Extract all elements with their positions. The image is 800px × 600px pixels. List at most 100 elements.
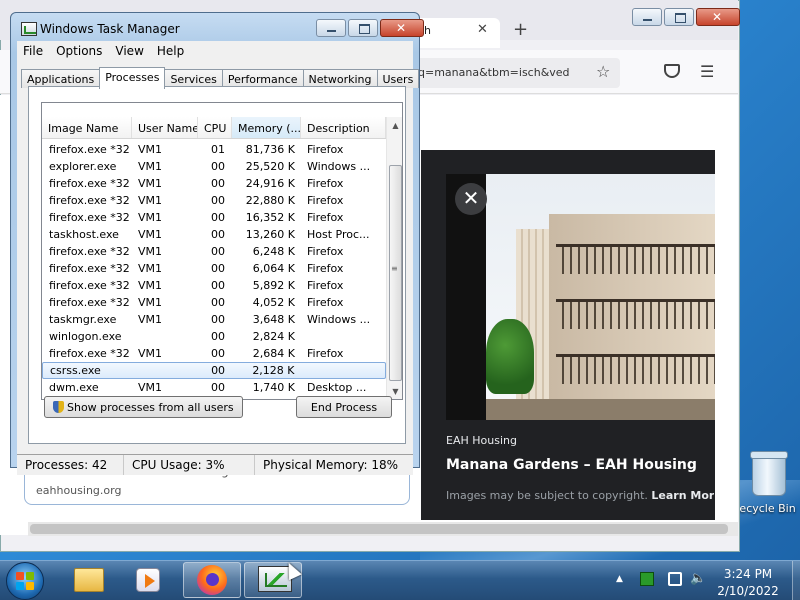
process-cpu: 00 bbox=[211, 381, 225, 394]
viewer-title[interactable]: Manana Gardens – EAH Housing bbox=[446, 457, 697, 473]
process-row[interactable]: explorer.exe VM1 00 25,520 K Windows ... bbox=[42, 158, 386, 175]
process-row[interactable]: firefox.exe *32 VM1 00 4,052 K Firefox bbox=[42, 294, 386, 311]
viewer-close-icon[interactable]: ✕ bbox=[455, 183, 487, 215]
process-list[interactable]: Image Name User Name CPU Memory (... Des… bbox=[41, 102, 403, 400]
column-user-name[interactable]: User Name bbox=[132, 117, 198, 138]
task-manager-window-controls bbox=[316, 19, 424, 37]
recycle-bin-icon bbox=[750, 451, 788, 496]
process-list-scrollbar[interactable]: ▲ ≡ ▼ bbox=[386, 117, 402, 399]
process-row[interactable]: firefox.exe *32 VM1 01 81,736 K Firefox bbox=[42, 141, 386, 158]
ground bbox=[486, 399, 715, 420]
process-row[interactable]: firefox.exe *32 VM1 00 24,916 K Firefox bbox=[42, 175, 386, 192]
process-name: explorer.exe bbox=[49, 160, 117, 173]
clock-date: 2/10/2022 bbox=[717, 584, 779, 598]
process-memory: 2,684 K bbox=[252, 347, 295, 360]
process-cpu: 00 bbox=[211, 330, 225, 343]
address-bar[interactable]: q=manana&tbm=isch&ved bbox=[410, 58, 620, 88]
horizontal-scrollbar-thumb[interactable] bbox=[30, 524, 728, 534]
process-row[interactable]: taskhost.exe VM1 00 13,260 K Host Proc... bbox=[42, 226, 386, 243]
task-manager-tray-icon[interactable] bbox=[640, 572, 654, 586]
firefox-minimize-button[interactable] bbox=[632, 8, 662, 26]
column-cpu[interactable]: CPU bbox=[198, 117, 232, 138]
menu-options[interactable]: Options bbox=[50, 41, 109, 61]
process-row[interactable]: firefox.exe *32 VM1 00 6,064 K Firefox bbox=[42, 260, 386, 277]
end-process-button[interactable]: End Process bbox=[296, 396, 392, 418]
tm-status-bar: Processes: 42 CPU Usage: 3% Physical Mem… bbox=[17, 454, 413, 475]
process-memory: 16,352 K bbox=[245, 211, 295, 224]
status-processes: Processes: 42 bbox=[17, 455, 124, 475]
balcony-railing bbox=[556, 299, 715, 329]
firefox-icon bbox=[197, 565, 227, 595]
process-user: VM1 bbox=[138, 194, 163, 207]
network-icon[interactable] bbox=[668, 572, 682, 586]
process-row[interactable]: dwm.exe VM1 00 1,740 K Desktop ... bbox=[42, 379, 386, 396]
menu-help[interactable]: Help bbox=[151, 41, 191, 61]
firefox-close-button[interactable] bbox=[696, 8, 740, 26]
task-manager-icon bbox=[21, 22, 37, 36]
process-row[interactable]: csrss.exe 00 2,128 K bbox=[42, 362, 386, 379]
process-user: VM1 bbox=[138, 313, 163, 326]
show-desktop-button[interactable] bbox=[792, 561, 800, 600]
process-row[interactable]: winlogon.exe 00 2,824 K bbox=[42, 328, 386, 345]
process-row[interactable]: firefox.exe *32 VM1 00 16,352 K Firefox bbox=[42, 209, 386, 226]
learn-more-link[interactable]: Learn More bbox=[651, 489, 714, 502]
building-photo[interactable] bbox=[486, 174, 715, 420]
firefox-maximize-button[interactable] bbox=[664, 8, 694, 26]
process-description: Firefox bbox=[307, 143, 344, 156]
process-cpu: 00 bbox=[211, 160, 225, 173]
process-name: firefox.exe *32 bbox=[49, 347, 130, 360]
new-tab-plus-icon[interactable]: + bbox=[513, 19, 528, 40]
tab-close-icon[interactable]: ✕ bbox=[477, 22, 488, 37]
task-manager-title: Windows Task Manager bbox=[40, 22, 180, 36]
tm-close-button[interactable] bbox=[380, 19, 424, 37]
process-user: VM1 bbox=[138, 245, 163, 258]
hamburger-menu-icon[interactable]: ☰ bbox=[700, 62, 714, 81]
column-image-name[interactable]: Image Name bbox=[42, 117, 132, 138]
task-manager-window: Windows Task Manager File Options View H… bbox=[10, 12, 424, 475]
show-all-processes-label: Show processes from all users bbox=[67, 401, 234, 414]
process-user: VM1 bbox=[138, 381, 163, 394]
bookmark-star-icon[interactable]: ☆ bbox=[596, 62, 610, 81]
process-description: Firefox bbox=[307, 347, 344, 360]
clock-time: 3:24 PM bbox=[723, 567, 773, 581]
menu-file[interactable]: File bbox=[17, 41, 50, 61]
process-cpu: 00 bbox=[211, 177, 225, 190]
tm-minimize-button[interactable] bbox=[316, 19, 346, 37]
scroll-up-arrow-icon[interactable]: ▲ bbox=[387, 117, 402, 134]
process-name: firefox.exe *32 bbox=[49, 177, 130, 190]
process-memory: 81,736 K bbox=[245, 143, 295, 156]
process-row[interactable]: firefox.exe *32 VM1 00 5,892 K Firefox bbox=[42, 277, 386, 294]
process-description: Firefox bbox=[307, 177, 344, 190]
media-player-icon bbox=[136, 568, 160, 592]
column-memory[interactable]: Memory (... bbox=[232, 117, 301, 138]
process-memory: 2,824 K bbox=[252, 330, 295, 343]
recycle-bin-shortcut[interactable]: Recycle Bin bbox=[732, 451, 800, 515]
scrollbar-thumb[interactable] bbox=[389, 165, 402, 381]
process-name: firefox.exe *32 bbox=[49, 245, 130, 258]
show-all-processes-button[interactable]: Show processes from all users bbox=[44, 396, 243, 418]
process-row[interactable]: firefox.exe *32 VM1 00 2,684 K Firefox bbox=[42, 345, 386, 362]
process-description: Firefox bbox=[307, 245, 344, 258]
tray-expand-icon[interactable]: ▲ bbox=[616, 574, 623, 584]
process-description: Firefox bbox=[307, 194, 344, 207]
balcony-railing bbox=[556, 244, 715, 274]
process-row[interactable]: firefox.exe *32 VM1 00 22,880 K Firefox bbox=[42, 192, 386, 209]
volume-icon[interactable]: 🔈 bbox=[690, 572, 706, 586]
process-description: Firefox bbox=[307, 211, 344, 224]
process-cpu: 00 bbox=[211, 211, 225, 224]
menu-view[interactable]: View bbox=[109, 41, 150, 61]
process-row[interactable]: firefox.exe *32 VM1 00 6,248 K Firefox bbox=[42, 243, 386, 260]
firefox-window-controls bbox=[632, 8, 740, 26]
process-memory: 24,916 K bbox=[245, 177, 295, 190]
viewer-source[interactable]: EAH Housing bbox=[446, 434, 517, 447]
process-cpu: 01 bbox=[211, 143, 225, 156]
tab-processes[interactable]: Processes bbox=[99, 67, 166, 89]
process-row[interactable]: taskmgr.exe VM1 00 3,648 K Windows ... bbox=[42, 311, 386, 328]
scrollbar-grip-icon: ≡ bbox=[391, 264, 398, 273]
process-cpu: 00 bbox=[211, 296, 225, 309]
system-clock[interactable]: 3:24 PM 2/10/2022 bbox=[708, 566, 788, 600]
process-user: VM1 bbox=[138, 262, 163, 275]
tm-maximize-button[interactable] bbox=[348, 19, 378, 37]
process-memory: 3,648 K bbox=[252, 313, 295, 326]
column-description[interactable]: Description bbox=[301, 117, 386, 138]
